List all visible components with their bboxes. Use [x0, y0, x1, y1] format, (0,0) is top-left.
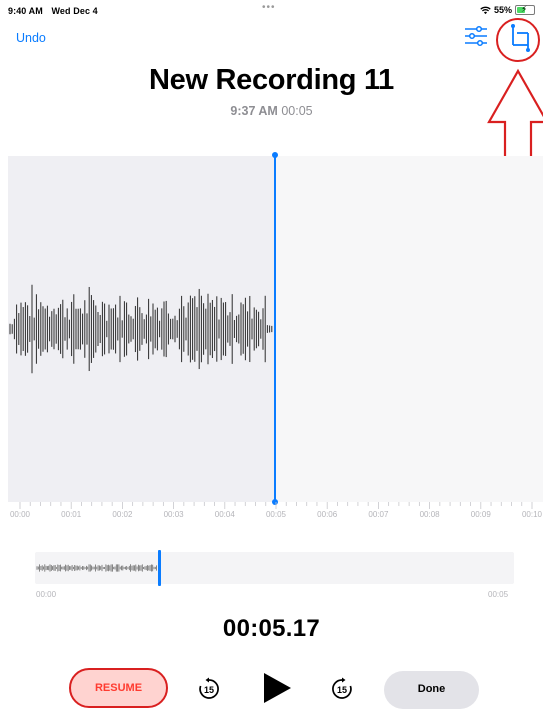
timeline-label: 00:06 — [317, 510, 338, 519]
sliders-icon[interactable] — [463, 24, 489, 48]
battery-percent: 55% — [493, 5, 512, 15]
timeline-label: 00:09 — [470, 510, 491, 519]
timeline-label: 00:08 — [419, 510, 440, 519]
recording-duration: 00:05 — [281, 104, 313, 118]
status-bar-left: 9:40 AM Wed Dec 4 — [8, 6, 104, 16]
status-date: Wed Dec 4 — [51, 6, 98, 16]
overview-waveform — [36, 564, 157, 572]
elapsed-timer: 00:05.17 — [222, 615, 321, 642]
timeline-label: 00:10 — [521, 510, 543, 519]
bolt-icon: ⚡ — [521, 4, 528, 14]
playhead[interactable] — [274, 155, 276, 503]
skip-forward-label: 15 — [337, 685, 347, 695]
timeline-label: 00:04 — [214, 510, 235, 519]
overview-handle[interactable] — [158, 550, 161, 586]
recording-time: 9:37 AM — [230, 104, 278, 118]
battery-icon: ⚡ — [515, 4, 535, 15]
undo-button[interactable]: Undo — [16, 31, 46, 45]
status-time: 9:40 AM — [8, 6, 43, 16]
annotation-circle — [496, 18, 540, 62]
timeline-label: 00:07 — [368, 510, 389, 519]
timeline-label: 00:05 — [265, 510, 287, 519]
resume-button[interactable]: RESUME — [69, 668, 168, 708]
recording-meta: 9:37 AM 00:05 — [0, 104, 543, 118]
done-button[interactable]: Done — [384, 671, 479, 709]
status-bar-right: 55% ⚡ — [480, 4, 535, 15]
timeline-label: 00:00 — [9, 510, 31, 519]
multitasking-dots[interactable]: ••• — [262, 2, 276, 13]
overview-start-label: 00:00 — [36, 590, 57, 599]
overview-end-label: 00:05 — [488, 590, 509, 599]
recording-title[interactable]: New Recording 11 — [0, 64, 543, 97]
timeline-label: 00:01 — [61, 510, 82, 519]
wifi-icon — [480, 6, 491, 14]
waveform — [9, 284, 273, 374]
play-icon[interactable] — [262, 672, 292, 704]
skip-back-label: 15 — [204, 685, 214, 695]
skip-forward-15-icon[interactable]: 15 — [330, 677, 354, 701]
timeline-label: 00:02 — [112, 510, 133, 519]
timeline-ticks — [19, 502, 533, 509]
timeline-label: 00:03 — [163, 510, 184, 519]
playhead-top-handle[interactable] — [272, 152, 278, 158]
skip-back-15-icon[interactable]: 15 — [197, 677, 221, 701]
